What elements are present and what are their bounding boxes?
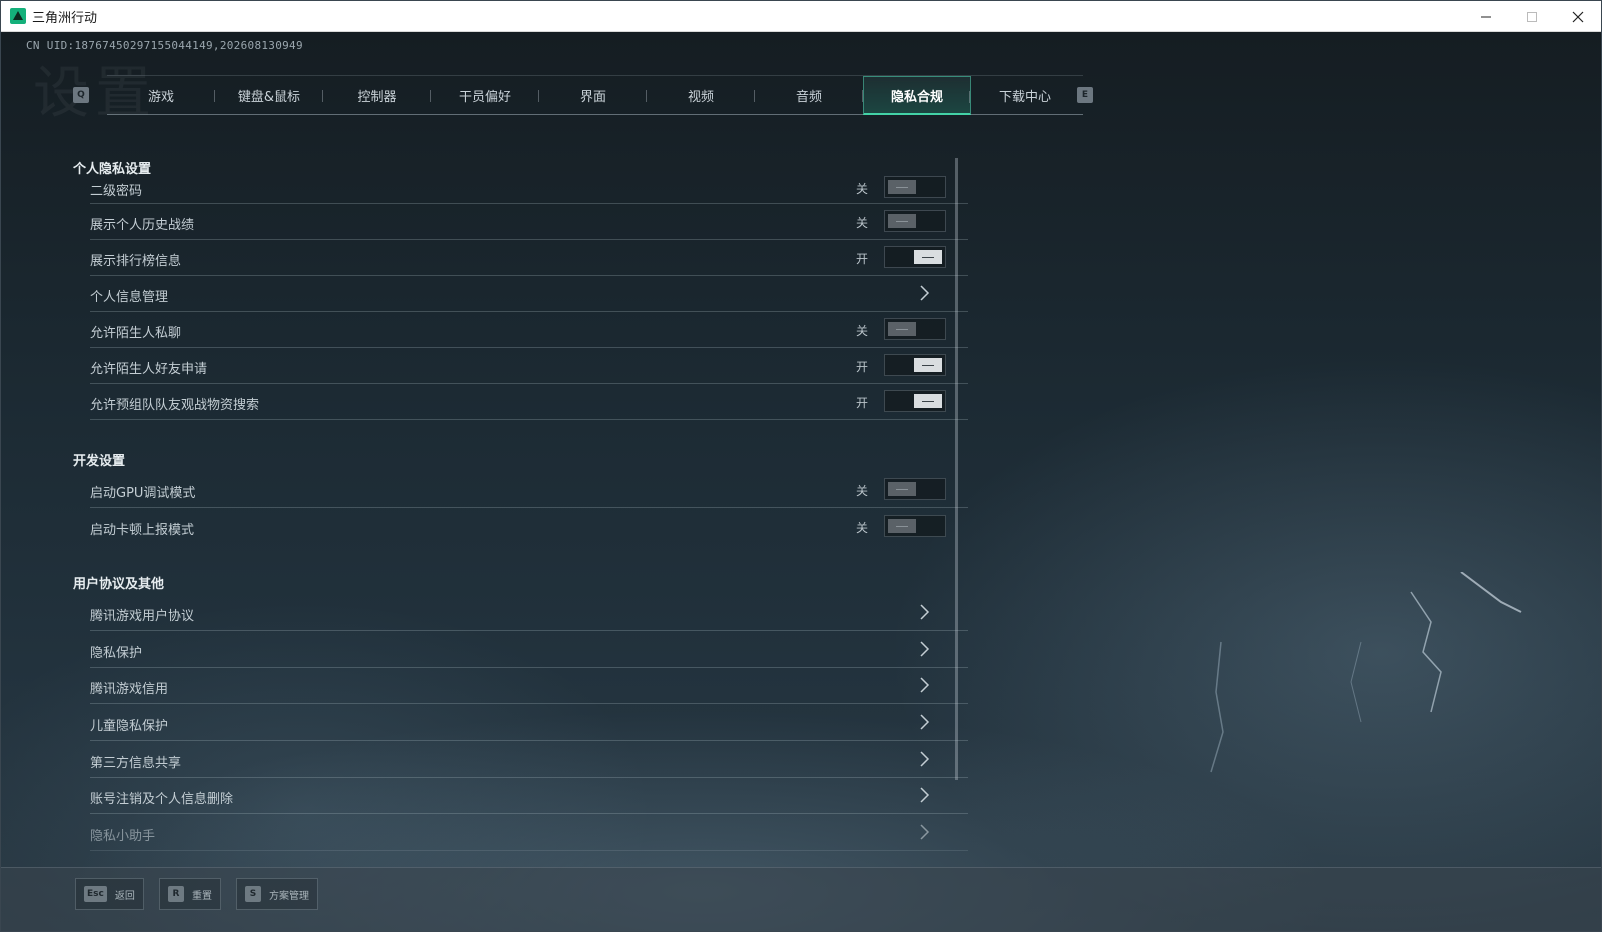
tab-operator-preferences[interactable]: 干员偏好 [431, 76, 539, 115]
chevron-right-icon [920, 641, 930, 657]
link-row-child-privacy[interactable]: 儿童隐私保护 [90, 705, 968, 741]
setting-row-stranger-friend-request[interactable]: 允许陌生人好友申请 开 [90, 348, 968, 384]
chevron-right-icon [920, 787, 930, 803]
panel-scrollbar[interactable] [955, 158, 958, 780]
toggle-switch[interactable] [884, 318, 946, 340]
chevron-right-icon [920, 677, 930, 693]
maximize-button[interactable] [1509, 1, 1555, 32]
setting-row-stutter-report[interactable]: 启动卡顿上报模式 关 [90, 509, 968, 545]
tab-audio[interactable]: 音频 [755, 76, 863, 115]
link-row-third-party-sharing[interactable]: 第三方信息共享 [90, 742, 968, 778]
footer-bar: Esc 返回 R 重置 S 方案管理 [1, 867, 1601, 931]
minimize-icon [1481, 16, 1491, 17]
player-uid: CN UID:18767450297155044149,202608130949 [26, 39, 303, 52]
toggle-switch[interactable] [884, 478, 946, 500]
r-key-hint: R [168, 886, 184, 902]
lightning-decoration [1210, 572, 1522, 773]
window-controls [1463, 1, 1601, 32]
back-button[interactable]: Esc 返回 [75, 878, 144, 910]
chevron-right-icon [920, 285, 930, 301]
esc-key-hint: Esc [84, 886, 107, 902]
prev-tab-key[interactable]: Q [73, 87, 89, 103]
toggle-switch[interactable] [884, 354, 946, 376]
close-icon [1572, 11, 1584, 22]
tab-controller[interactable]: 控制器 [323, 76, 431, 115]
setting-row-gpu-debug[interactable]: 启动GPU调试模式 关 [90, 472, 968, 508]
settings-tabs: 游戏 键盘&鼠标 控制器 干员偏好 界面 视频 音频 隐私合规 下载中心 [107, 75, 1083, 115]
toggle-switch[interactable] [884, 246, 946, 268]
toggle-switch[interactable] [884, 515, 946, 537]
setting-row-teammate-spectate-loot[interactable]: 允许预组队队友观战物资搜索 开 [90, 384, 968, 420]
maximize-icon [1527, 11, 1537, 22]
link-row-privacy-protection[interactable]: 隐私保护 [90, 632, 968, 668]
chevron-right-icon [920, 714, 930, 730]
settings-panel: 个人隐私设置 二级密码 关 展示个人历史战绩 关 展示排行榜信息 开 个人信息管… [73, 154, 973, 879]
tab-video[interactable]: 视频 [647, 76, 755, 115]
setting-row-show-leaderboard[interactable]: 展示排行榜信息 开 [90, 240, 968, 276]
setting-row-stranger-private-chat[interactable]: 允许陌生人私聊 关 [90, 312, 968, 348]
setting-row-personal-info-management[interactable]: 个人信息管理 [90, 276, 968, 312]
link-row-privacy-assistant[interactable]: 隐私小助手 [90, 815, 968, 851]
toggle-switch[interactable] [884, 390, 946, 412]
section-title-agreements: 用户协议及其他 [73, 577, 165, 592]
chevron-right-icon [920, 604, 930, 620]
game-window: 三角洲行动 设置 CN UID:18767450297155044149,202… [0, 0, 1602, 932]
tab-download-center[interactable]: 下载中心 [971, 76, 1079, 115]
tab-interface[interactable]: 界面 [539, 76, 647, 115]
toggle-switch[interactable] [884, 210, 946, 232]
tab-keyboard-mouse[interactable]: 键盘&鼠标 [215, 76, 323, 115]
link-row-account-deletion[interactable]: 账号注销及个人信息删除 [90, 778, 968, 814]
settings-screen: 设置 CN UID:18767450297155044149,202608130… [1, 32, 1601, 931]
setting-row-secondary-password[interactable]: 二级密码 关 [90, 174, 968, 204]
toggle-switch[interactable] [884, 176, 946, 198]
app-logo-icon [10, 8, 26, 24]
s-key-hint: S [245, 886, 261, 902]
title-bar: 三角洲行动 [1, 1, 1601, 32]
close-button[interactable] [1555, 1, 1601, 32]
link-row-user-agreement[interactable]: 腾讯游戏用户协议 [90, 595, 968, 631]
section-title-dev: 开发设置 [73, 454, 126, 469]
setting-row-show-match-history[interactable]: 展示个人历史战绩 关 [90, 204, 968, 240]
tab-game[interactable]: 游戏 [107, 76, 215, 115]
reset-button[interactable]: R 重置 [159, 878, 221, 910]
chevron-right-icon [920, 824, 930, 840]
minimize-button[interactable] [1463, 1, 1509, 32]
link-row-game-credit[interactable]: 腾讯游戏信用 [90, 668, 968, 704]
window-title: 三角洲行动 [32, 10, 98, 26]
chevron-right-icon [920, 751, 930, 767]
tab-privacy-compliance[interactable]: 隐私合规 [863, 76, 971, 115]
preset-management-button[interactable]: S 方案管理 [236, 878, 318, 910]
